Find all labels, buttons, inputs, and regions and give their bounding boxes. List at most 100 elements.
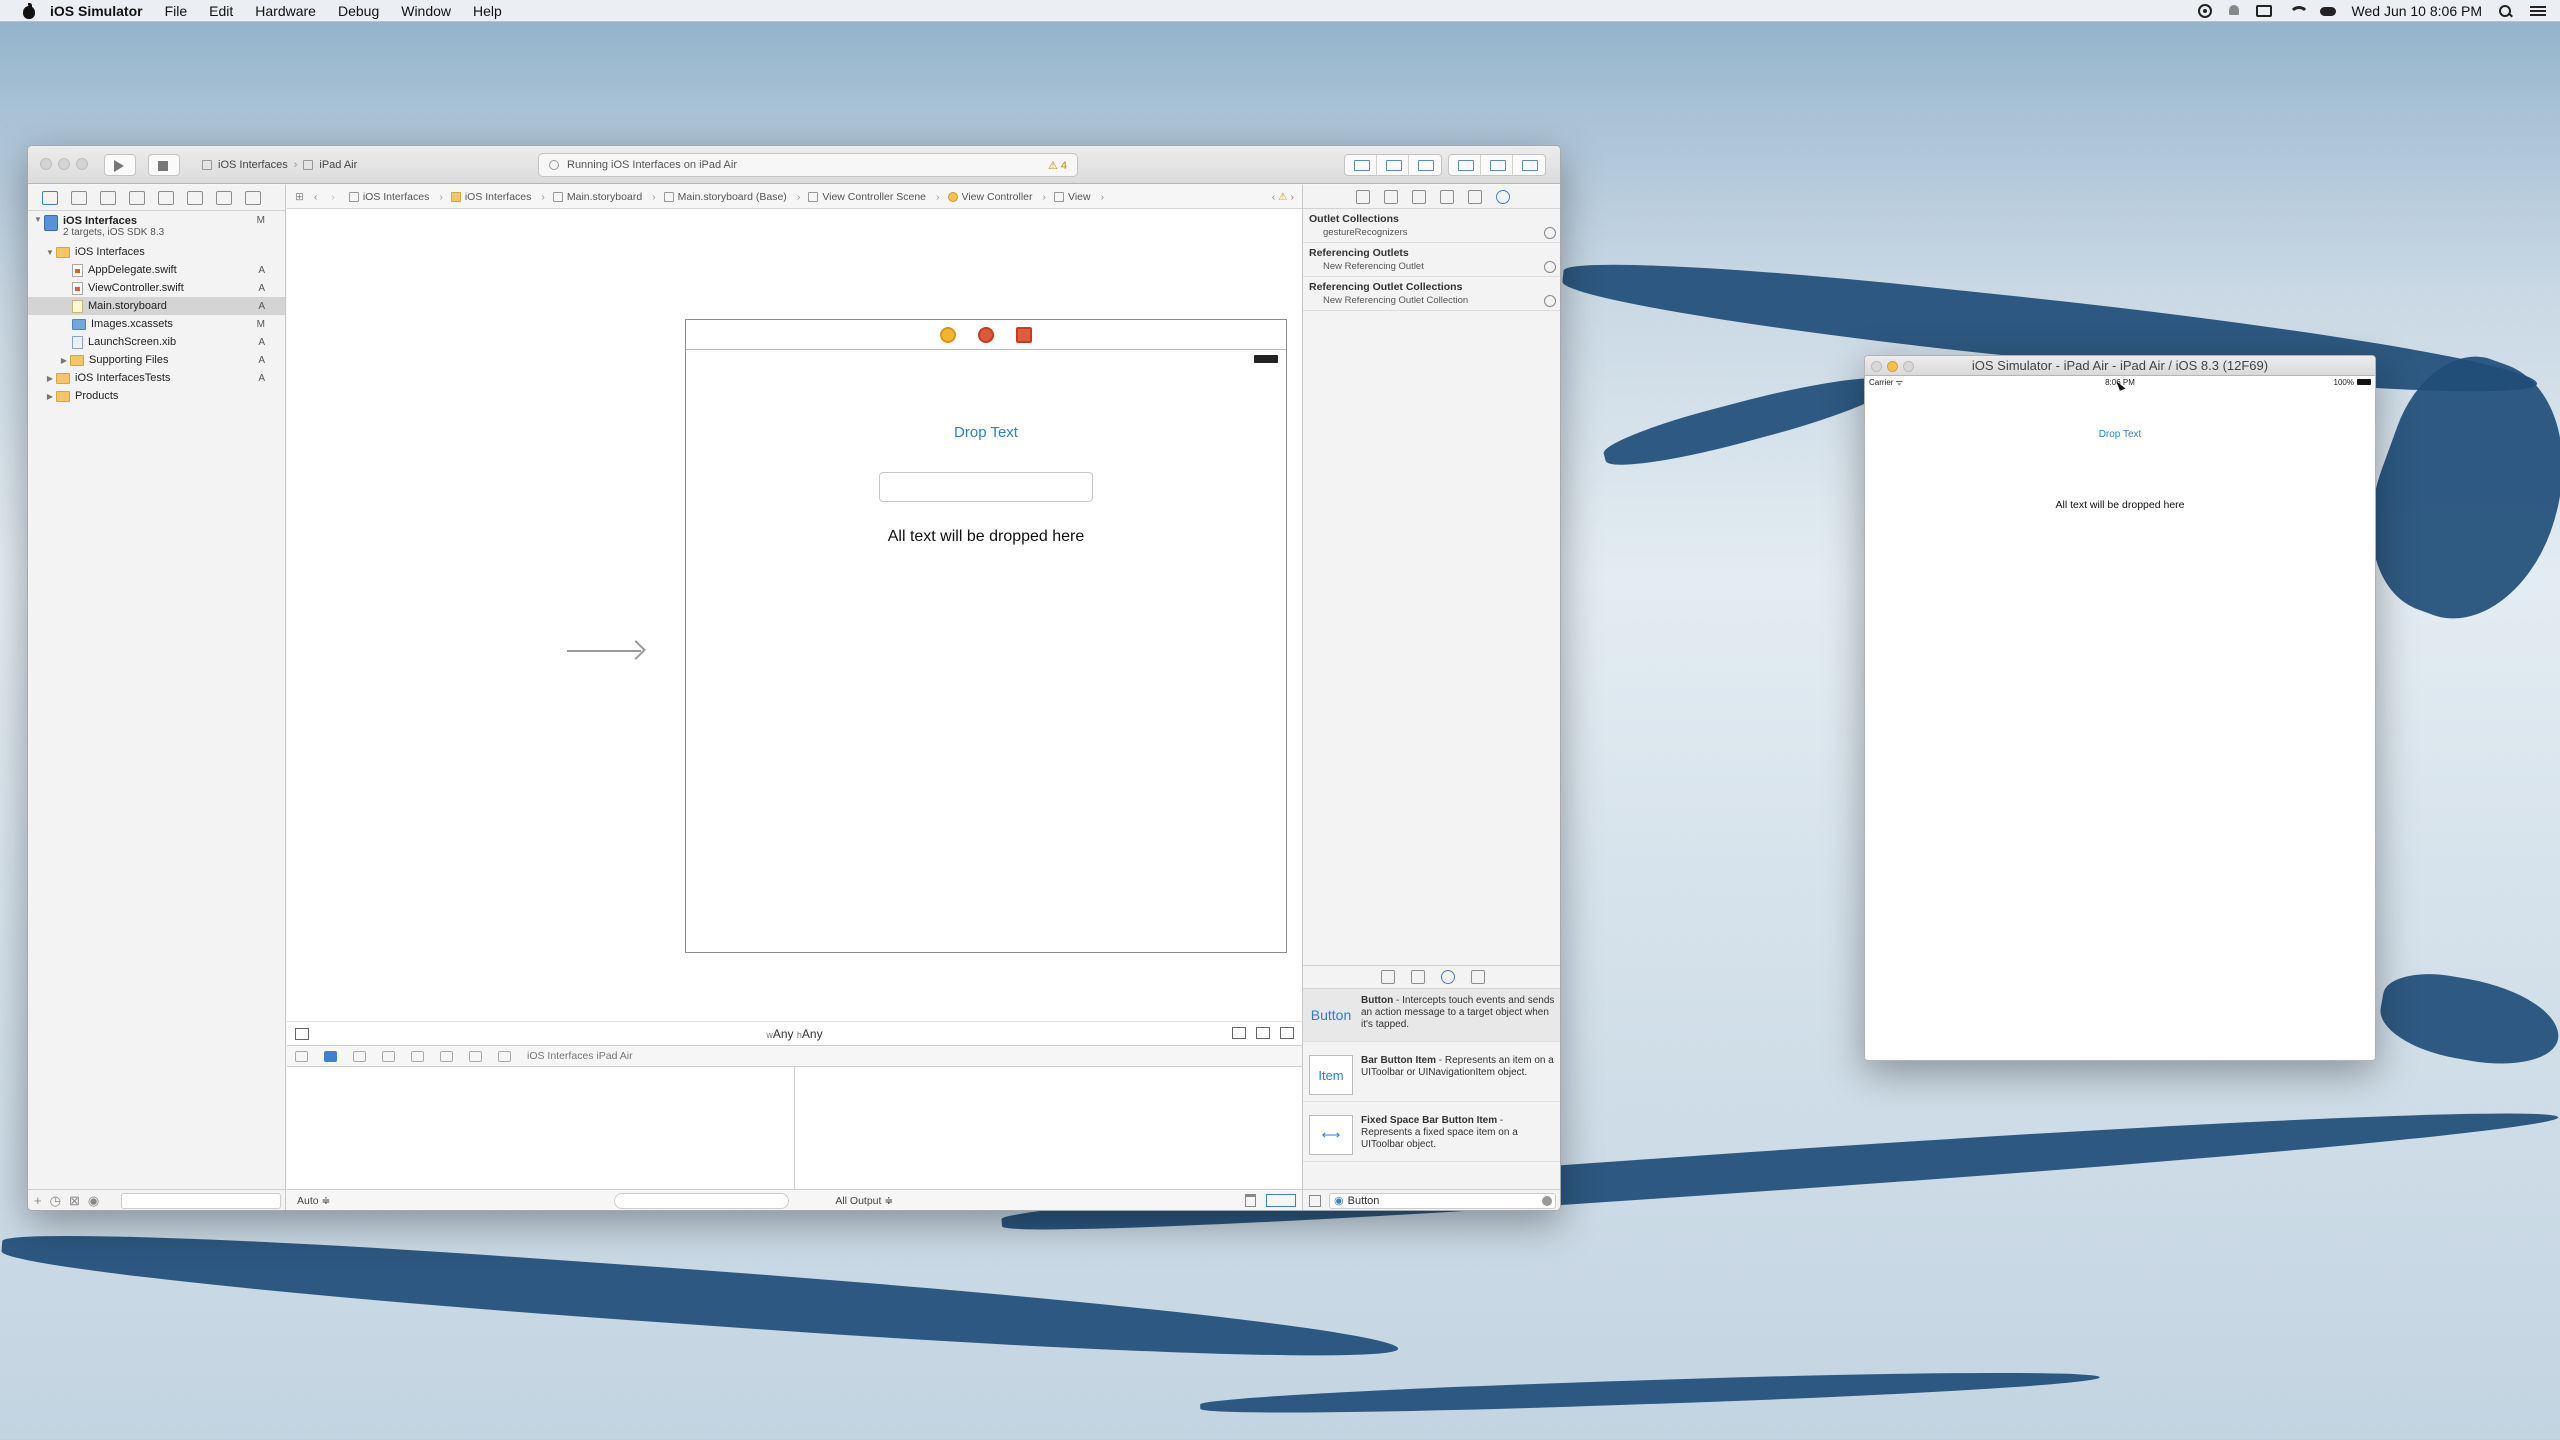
breakpoints-toggle-icon[interactable] [324,1050,337,1062]
airplay-icon[interactable] [2255,4,2272,17]
minimize-button[interactable] [58,158,70,170]
report-icon[interactable] [245,190,261,205]
tree-group-supporting-files[interactable]: ▶ Supporting Files A [28,351,285,369]
run-button[interactable] [104,154,136,176]
drop-label[interactable]: All text will be dropped here [686,528,1286,546]
trash-icon[interactable] [1245,1194,1256,1207]
menu-file[interactable]: File [165,3,188,19]
menu-hardware[interactable]: Hardware [255,3,316,19]
library-item-button[interactable]: Button Button - Intercepts touch events … [1303,989,1560,1042]
zoom-button[interactable] [1903,361,1914,372]
forward-icon[interactable]: › [331,191,335,203]
crumb-storyboard[interactable]: Main.storyboard [552,191,656,203]
menu-edit[interactable]: Edit [209,3,233,19]
apple-icon[interactable] [20,2,38,19]
cloud-icon[interactable] [2319,4,2336,18]
location-icon[interactable] [498,1050,511,1062]
disclosure-closed-icon[interactable]: ▶ [44,392,56,401]
back-icon[interactable]: ‹ [314,191,318,203]
assistant-editor-icon[interactable] [1377,155,1409,175]
code-snippet-icon[interactable] [1410,970,1425,984]
crumb-group[interactable]: iOS Interfaces [450,191,545,203]
issue-nav-icons[interactable]: ‹ ⚠ › [1272,191,1294,203]
folder-icon[interactable] [42,190,58,205]
tree-group-products[interactable]: ▶ Products [28,387,285,405]
version-editor-icon[interactable] [1409,155,1441,175]
scheme-selector[interactable]: iOS Interfaces › iPad Air [196,154,406,176]
storyboard-canvas[interactable]: Drop Text All text will be dropped here [287,209,1302,1021]
identity-inspector-icon[interactable] [1411,189,1426,204]
debug-target[interactable]: iOS Interfaces iPad Air [527,1050,633,1062]
tree-project-root[interactable]: ▼ iOS Interfaces 2 targets, iOS SDK 8.3 … [28,215,285,243]
editor-mode-segment[interactable] [1344,154,1442,176]
library-filter-input[interactable]: ◉ Button [1329,1192,1556,1209]
wifi-icon[interactable] [2288,4,2309,18]
navigator-filter-input[interactable] [121,1192,281,1209]
pin-icon[interactable] [1256,1027,1270,1039]
first-responder-icon[interactable] [978,326,994,343]
text-field[interactable] [879,472,1093,502]
drop-text-button[interactable]: Drop Text [1865,429,2375,440]
tree-file-launchscreen[interactable]: LaunchScreen.xib A [28,333,285,351]
disclosure-open-icon[interactable]: ▼ [32,215,44,224]
debug-area-toggle-icon[interactable] [1481,155,1513,175]
disclosure-open-icon[interactable]: ▼ [44,248,56,257]
grid-view-icon[interactable] [1309,1194,1321,1207]
variables-view[interactable] [287,1067,795,1189]
scm-filter-icon[interactable]: ⊠ [69,1193,80,1209]
test-icon[interactable] [158,190,174,205]
console-filter-input[interactable] [614,1192,790,1209]
disclosure-closed-icon[interactable]: ▶ [44,374,56,383]
exit-icon[interactable] [1016,326,1032,343]
new-referencing-outlet[interactable]: New Referencing Outlet [1303,259,1560,277]
debug-icon[interactable] [187,190,203,205]
stop-button[interactable] [148,154,180,176]
navigator-toggle-icon[interactable] [1449,155,1481,175]
initial-view-controller-arrow[interactable] [567,650,641,652]
menu-window[interactable]: Window [401,3,451,19]
tree-group-tests[interactable]: ▶ iOS InterfacesTests A [28,369,285,387]
console-view[interactable] [796,1067,1302,1189]
menu-app-name[interactable]: iOS Simulator [50,3,143,19]
add-icon[interactable]: + [34,1193,42,1208]
menu-help[interactable]: Help [473,3,502,19]
view-controller-scene[interactable]: Drop Text All text will be dropped here [685,319,1287,953]
filter-icon[interactable]: ◉ [88,1193,99,1209]
size-class-selector[interactable]: wAny hAny [766,1027,822,1041]
media-library-icon[interactable] [1470,970,1485,984]
breakpoint-icon[interactable] [216,190,232,205]
step-over-icon[interactable] [382,1050,395,1062]
zoom-button[interactable] [76,158,88,170]
disclosure-closed-icon[interactable]: ▶ [58,356,70,365]
close-button[interactable] [1871,361,1882,372]
layout-toggle-icon[interactable] [1266,1194,1296,1207]
notification-center-icon[interactable] [2530,4,2546,18]
symbol-icon[interactable] [71,190,87,205]
crumb-view[interactable]: View [1054,191,1104,203]
file-template-icon[interactable] [1380,970,1395,984]
utilities-toggle-icon[interactable] [1513,155,1545,175]
file-inspector-icon[interactable] [1355,189,1370,204]
step-out-icon[interactable] [440,1050,453,1062]
document-outline-toggle-icon[interactable] [295,1028,309,1040]
tree-file-viewcontroller[interactable]: ViewController.swift A [28,279,285,297]
minimize-button[interactable] [1887,361,1898,372]
tree-file-appdelegate[interactable]: AppDelegate.swift A [28,261,285,279]
crumb-project[interactable]: iOS Interfaces [348,191,443,203]
warning-count[interactable]: ⚠ 4 [1048,159,1067,172]
screen-record-icon[interactable] [2197,3,2212,18]
pause-icon[interactable] [353,1050,366,1062]
outlet-gesture-recognizers[interactable]: gestureRecognizers [1303,225,1560,243]
step-in-icon[interactable] [411,1050,424,1062]
spotlight-icon[interactable] [2498,4,2514,18]
quick-help-icon[interactable] [1383,189,1398,204]
connections-inspector-icon[interactable] [1495,189,1510,204]
align-icon[interactable] [1232,1027,1246,1039]
notification-icon[interactable] [2228,4,2240,18]
tree-file-main-storyboard[interactable]: Main.storyboard A [28,297,285,315]
close-button[interactable] [40,158,52,170]
crumb-storyboard-base[interactable]: Main.storyboard (Base) [663,191,801,203]
view-segment[interactable] [1448,154,1546,176]
hide-debug-icon[interactable] [295,1050,308,1062]
clear-icon[interactable] [1542,1195,1552,1206]
